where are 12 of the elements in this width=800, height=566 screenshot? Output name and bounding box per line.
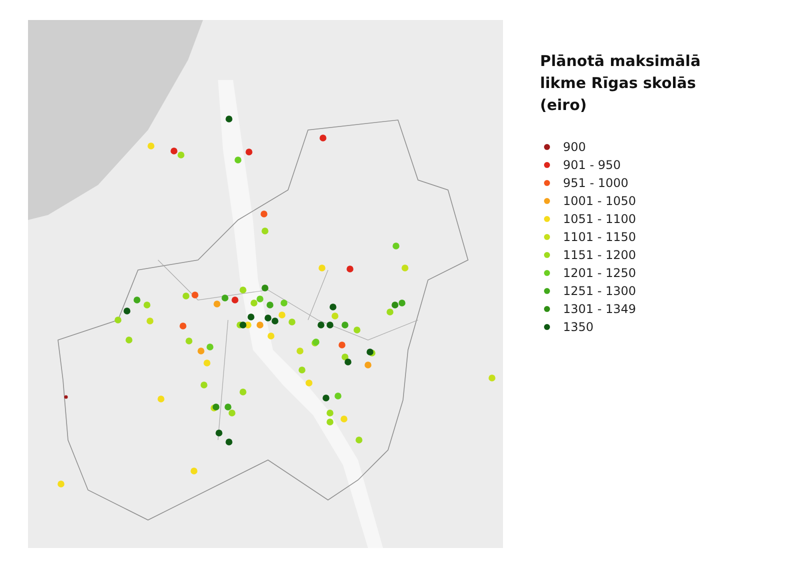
legend-label: 1101 - 1150 — [563, 230, 636, 244]
legend-label: 900 — [563, 140, 586, 154]
legend-label: 1350 — [563, 320, 594, 334]
legend-label: 901 - 950 — [563, 158, 621, 172]
legend-label: 951 - 1000 — [563, 176, 628, 190]
legend-label: 1251 - 1300 — [563, 284, 636, 298]
legend-label: 1051 - 1100 — [563, 212, 636, 226]
legend-label: 1151 - 1200 — [563, 248, 636, 262]
legend-label: 1301 - 1349 — [563, 302, 636, 316]
legend-label: 1001 - 1050 — [563, 194, 636, 208]
legend-label: 1201 - 1250 — [563, 266, 636, 280]
legend-title: Plānotā maksimālā likme Rīgas skolās (eiro) — [540, 51, 702, 116]
